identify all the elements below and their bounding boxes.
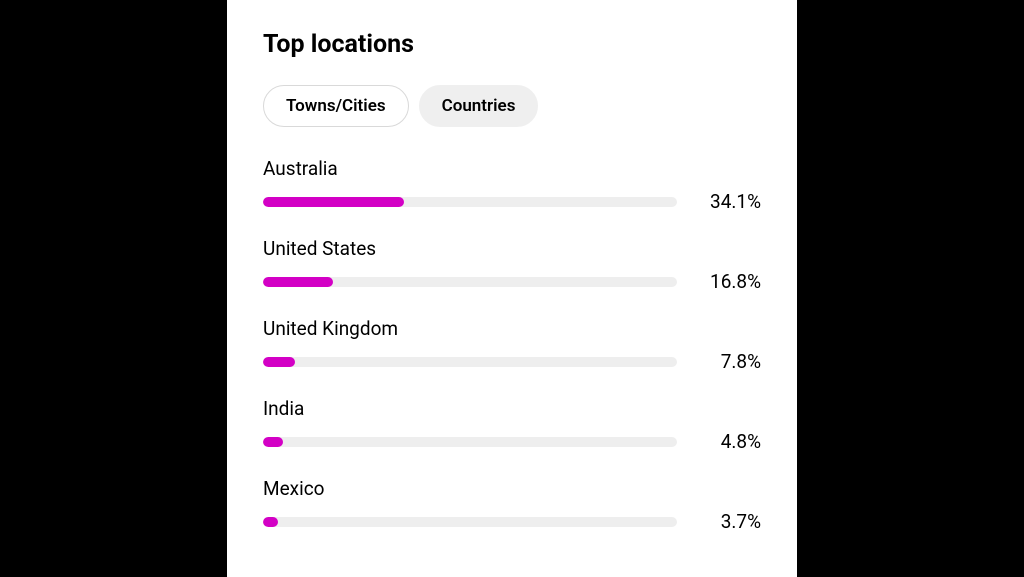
bar-label: India: [263, 397, 761, 420]
bar-line: 7.8%: [263, 350, 761, 373]
bar-fill: [263, 517, 278, 527]
bar-fill: [263, 197, 404, 207]
bar-row: United Kingdom 7.8%: [263, 317, 761, 373]
tab-towns-cities[interactable]: Towns/Cities: [263, 85, 409, 127]
top-locations-panel: Top locations Towns/Cities Countries Aus…: [227, 0, 797, 577]
bar-label: Australia: [263, 157, 761, 180]
bar-percent: 4.8%: [697, 430, 761, 453]
bar-line: 3.7%: [263, 510, 761, 533]
bar-percent: 7.8%: [697, 350, 761, 373]
bar-label: Mexico: [263, 477, 761, 500]
tab-countries[interactable]: Countries: [419, 85, 539, 127]
bar-row: India 4.8%: [263, 397, 761, 453]
bar-fill: [263, 357, 295, 367]
bar-row: Mexico 3.7%: [263, 477, 761, 533]
bar-track: [263, 517, 677, 527]
bar-row: Australia 34.1%: [263, 157, 761, 213]
bar-list: Australia 34.1% United States 16.8% Unit…: [263, 157, 761, 533]
tabs: Towns/Cities Countries: [263, 85, 761, 127]
bar-fill: [263, 277, 333, 287]
bar-label: United States: [263, 237, 761, 260]
bar-row: United States 16.8%: [263, 237, 761, 293]
bar-percent: 16.8%: [697, 270, 761, 293]
bar-track: [263, 437, 677, 447]
bar-line: 16.8%: [263, 270, 761, 293]
bar-fill: [263, 437, 283, 447]
bar-label: United Kingdom: [263, 317, 761, 340]
bar-track: [263, 277, 677, 287]
bar-line: 4.8%: [263, 430, 761, 453]
bar-percent: 3.7%: [697, 510, 761, 533]
bar-line: 34.1%: [263, 190, 761, 213]
page-title: Top locations: [263, 30, 761, 59]
bar-track: [263, 357, 677, 367]
bar-percent: 34.1%: [697, 190, 761, 213]
bar-track: [263, 197, 677, 207]
